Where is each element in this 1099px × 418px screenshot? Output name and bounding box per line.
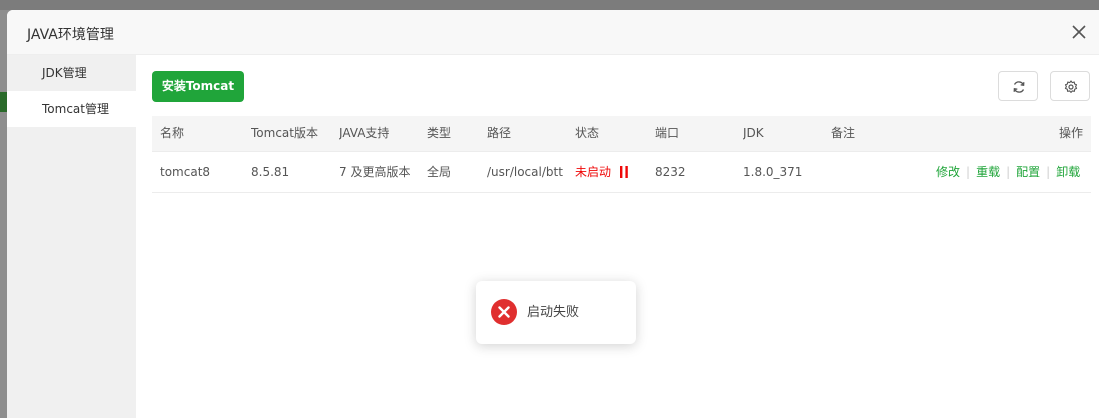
action-separator: | (966, 165, 971, 179)
status-text: 未启动 (575, 165, 612, 179)
header-java: JAVA支持 (339, 126, 390, 140)
cell-path: /usr/local/btt (487, 165, 563, 179)
java-env-dialog: JAVA环境管理 JDK管理 Tomcat管理 安装Tomcat 名称 Tomc… (7, 10, 1099, 418)
close-button[interactable] (1071, 24, 1087, 40)
cell-java: 7 及更高版本 (339, 165, 411, 179)
error-toast: 启动失败 (476, 281, 636, 344)
sidebar-item-tomcat[interactable]: Tomcat管理 (7, 91, 136, 127)
main-content: 安装Tomcat 名称 Tomcat版本 JAVA支持 类型 路径 状态 端口 … (136, 55, 1099, 418)
background-page-strip (0, 0, 1099, 10)
toast-message: 启动失败 (527, 305, 580, 320)
reload-link[interactable]: 重载 (976, 165, 1000, 179)
header-actions: 操作 (1059, 126, 1084, 140)
header-remark: 备注 (831, 126, 856, 140)
dialog-header: JAVA环境管理 (7, 10, 1099, 55)
close-icon (1072, 25, 1086, 39)
header-version: Tomcat版本 (251, 126, 318, 140)
refresh-icon (1013, 81, 1025, 93)
action-separator: | (1046, 165, 1051, 179)
edit-link[interactable]: 修改 (936, 165, 960, 179)
dialog-title: JAVA环境管理 (27, 27, 114, 43)
cell-port: 8232 (655, 165, 686, 179)
header-status: 状态 (575, 126, 600, 140)
header-path: 路径 (487, 126, 512, 140)
pause-icon (619, 165, 628, 178)
cell-name: tomcat8 (160, 165, 211, 179)
error-icon (491, 299, 517, 325)
header-jdk: JDK (743, 126, 764, 140)
cell-version: 8.5.81 (251, 165, 290, 179)
install-tomcat-button[interactable]: 安装Tomcat (152, 71, 244, 102)
sidebar-item-jdk[interactable]: JDK管理 (7, 55, 136, 91)
header-name: 名称 (160, 126, 185, 140)
cell-status[interactable]: 未启动 (575, 152, 629, 192)
refresh-button[interactable] (998, 71, 1038, 101)
settings-button[interactable] (1050, 71, 1090, 101)
cell-actions: 修改 | 重载 | 配置 | 卸载 (936, 152, 1080, 192)
table-header: 名称 Tomcat版本 JAVA支持 类型 路径 状态 端口 JDK 备注 操作 (152, 116, 1091, 152)
cell-type: 全局 (427, 165, 452, 179)
table-row: tomcat8 8.5.81 7 及更高版本 全局 /usr/local/btt… (152, 152, 1091, 193)
uninstall-link[interactable]: 卸载 (1056, 165, 1080, 179)
action-separator: | (1006, 165, 1011, 179)
background-page-indicator (0, 92, 7, 112)
header-type: 类型 (427, 126, 452, 140)
cell-jdk: 1.8.0_371 (743, 165, 803, 179)
header-port: 端口 (655, 126, 680, 140)
gear-icon (1064, 80, 1078, 93)
sidebar: JDK管理 Tomcat管理 (7, 55, 136, 418)
config-link[interactable]: 配置 (1016, 165, 1040, 179)
